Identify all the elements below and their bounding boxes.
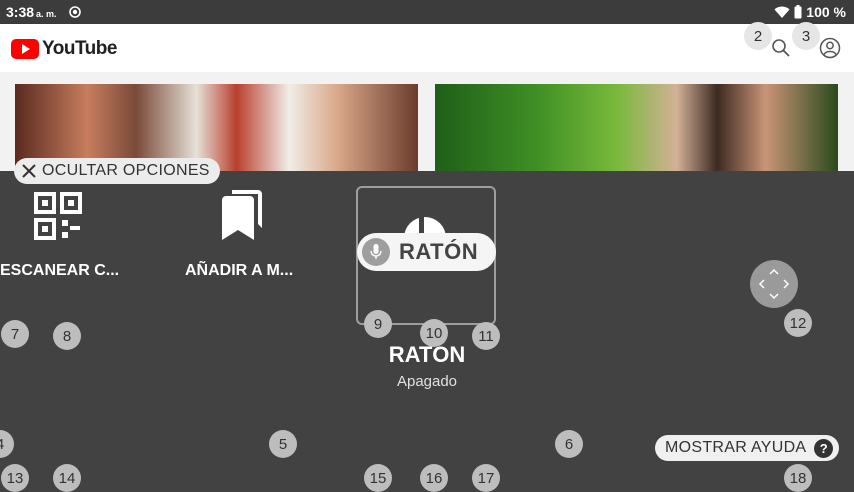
search-icon[interactable] — [771, 38, 791, 58]
battery-percent: 100 % — [806, 4, 846, 20]
marker-8[interactable]: 8 — [53, 322, 81, 350]
sync-icon — [69, 6, 81, 18]
marker-16[interactable]: 16 — [420, 464, 448, 492]
mic-icon — [362, 238, 390, 266]
account-icon[interactable] — [819, 37, 841, 59]
marker-7[interactable]: 7 — [1, 320, 29, 348]
youtube-play-icon — [11, 39, 39, 59]
status-right: 100 % — [774, 4, 846, 20]
help-icon: ? — [814, 438, 834, 458]
dpad-control[interactable] — [750, 260, 798, 308]
hide-options-label: OCULTAR OPCIONES — [42, 162, 210, 179]
show-help-button[interactable]: MOSTRAR AYUDA ? — [655, 435, 840, 461]
battery-icon — [794, 5, 802, 19]
youtube-logo[interactable]: YouTube — [11, 38, 117, 60]
marker-13[interactable]: 13 — [1, 464, 29, 492]
directional-arrows-icon — [758, 268, 790, 300]
marker-11[interactable]: 11 — [472, 322, 500, 350]
wifi-icon — [774, 6, 790, 18]
add-to-label: AÑADIR A M... — [185, 262, 294, 279]
marker-6[interactable]: 6 — [555, 430, 583, 458]
hide-options-button[interactable]: OCULTAR OPCIONES — [14, 158, 220, 184]
bookmarks-icon — [222, 190, 262, 240]
scan-qr-label: ESCANEAR C... — [0, 262, 120, 279]
youtube-app-bar: YouTube — [0, 24, 854, 72]
status-ampm: a. m. — [36, 9, 57, 19]
marker-17[interactable]: 17 — [472, 464, 500, 492]
mouse-voice-pill[interactable]: RATÓN — [357, 233, 496, 271]
marker-14[interactable]: 14 — [53, 464, 81, 492]
status-bar: 3:38 a. m. 100 % — [0, 0, 854, 24]
show-help-label: MOSTRAR AYUDA — [665, 439, 807, 456]
close-icon — [22, 164, 36, 178]
marker-10[interactable]: 10 — [420, 319, 448, 347]
video-feed — [0, 72, 854, 172]
youtube-logo-text: YouTube — [42, 38, 117, 59]
video-thumbnail[interactable] — [435, 84, 838, 172]
marker-3[interactable]: 3 — [792, 22, 820, 50]
mouse-pill-label: RATÓN — [399, 239, 479, 264]
marker-18[interactable]: 18 — [784, 464, 812, 492]
marker-5[interactable]: 5 — [269, 430, 297, 458]
add-to-option[interactable]: AÑADIR A M... — [180, 190, 305, 285]
status-time: 3:38 a. m. — [6, 4, 57, 20]
scan-qr-option[interactable]: ESCANEAR C... — [0, 190, 120, 285]
marker-15[interactable]: 15 — [364, 464, 392, 492]
mouse-status: Apagado — [396, 373, 458, 390]
marker-12[interactable]: 12 — [784, 309, 812, 337]
marker-9[interactable]: 9 — [364, 310, 392, 338]
marker-2[interactable]: 2 — [744, 22, 772, 50]
qr-code-icon — [34, 192, 82, 240]
